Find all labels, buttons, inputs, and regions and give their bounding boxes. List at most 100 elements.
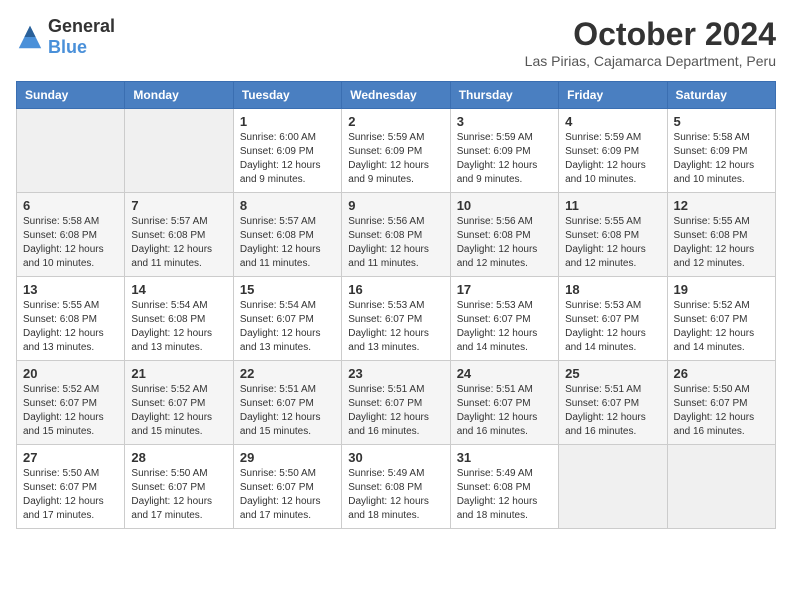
day-number: 9 xyxy=(348,198,443,213)
day-info: Sunrise: 5:52 AM Sunset: 6:07 PM Dayligh… xyxy=(131,383,226,439)
day-number: 11 xyxy=(565,198,660,213)
day-info: Sunrise: 5:55 AM Sunset: 6:08 PM Dayligh… xyxy=(23,299,118,355)
day-number: 21 xyxy=(131,366,226,381)
weekday-header-friday: Friday xyxy=(559,82,667,109)
day-number: 29 xyxy=(240,450,335,465)
day-info: Sunrise: 5:55 AM Sunset: 6:08 PM Dayligh… xyxy=(565,215,660,271)
day-number: 15 xyxy=(240,282,335,297)
calendar-cell: 31 Sunrise: 5:49 AM Sunset: 6:08 PM Dayli… xyxy=(450,445,558,529)
title-block: October 2024 Las Pirias, Cajamarca Depar… xyxy=(525,16,776,69)
calendar-cell: 15 Sunrise: 5:54 AM Sunset: 6:07 PM Dayli… xyxy=(233,277,341,361)
day-number: 17 xyxy=(457,282,552,297)
day-info: Sunrise: 5:58 AM Sunset: 6:09 PM Dayligh… xyxy=(674,131,769,187)
calendar-cell: 28 Sunrise: 5:50 AM Sunset: 6:07 PM Dayli… xyxy=(125,445,233,529)
weekday-header-tuesday: Tuesday xyxy=(233,82,341,109)
calendar-cell: 14 Sunrise: 5:54 AM Sunset: 6:08 PM Dayli… xyxy=(125,277,233,361)
calendar-cell: 3 Sunrise: 5:59 AM Sunset: 6:09 PM Daylig… xyxy=(450,109,558,193)
logo: General Blue xyxy=(16,16,115,58)
weekday-header-monday: Monday xyxy=(125,82,233,109)
calendar-cell xyxy=(125,109,233,193)
day-number: 10 xyxy=(457,198,552,213)
weekday-header-wednesday: Wednesday xyxy=(342,82,450,109)
calendar-week-3: 13 Sunrise: 5:55 AM Sunset: 6:08 PM Dayli… xyxy=(17,277,776,361)
calendar-cell: 5 Sunrise: 5:58 AM Sunset: 6:09 PM Daylig… xyxy=(667,109,775,193)
day-number: 13 xyxy=(23,282,118,297)
day-number: 30 xyxy=(348,450,443,465)
day-number: 25 xyxy=(565,366,660,381)
calendar-cell: 1 Sunrise: 6:00 AM Sunset: 6:09 PM Daylig… xyxy=(233,109,341,193)
day-info: Sunrise: 5:57 AM Sunset: 6:08 PM Dayligh… xyxy=(240,215,335,271)
calendar-cell: 26Sunrise: 5:50 AM Sunset: 6:07 PM Dayli… xyxy=(667,361,775,445)
weekday-header-sunday: Sunday xyxy=(17,82,125,109)
calendar-cell xyxy=(17,109,125,193)
calendar-cell: 20Sunrise: 5:52 AM Sunset: 6:07 PM Dayli… xyxy=(17,361,125,445)
day-info: Sunrise: 5:50 AM Sunset: 6:07 PM Dayligh… xyxy=(240,467,335,523)
day-number: 24 xyxy=(457,366,552,381)
day-info: Sunrise: 5:49 AM Sunset: 6:08 PM Dayligh… xyxy=(457,467,552,523)
day-info: Sunrise: 5:55 AM Sunset: 6:08 PM Dayligh… xyxy=(674,215,769,271)
day-info: Sunrise: 5:52 AM Sunset: 6:07 PM Dayligh… xyxy=(23,383,118,439)
calendar-cell xyxy=(559,445,667,529)
day-info: Sunrise: 5:58 AM Sunset: 6:08 PM Dayligh… xyxy=(23,215,118,271)
calendar-cell: 8 Sunrise: 5:57 AM Sunset: 6:08 PM Daylig… xyxy=(233,193,341,277)
day-info: Sunrise: 5:54 AM Sunset: 6:07 PM Dayligh… xyxy=(240,299,335,355)
calendar-cell: 24 Sunrise: 5:51 AM Sunset: 6:07 PM Dayli… xyxy=(450,361,558,445)
calendar-cell: 10Sunrise: 5:56 AM Sunset: 6:08 PM Dayli… xyxy=(450,193,558,277)
calendar-table: SundayMondayTuesdayWednesdayThursdayFrid… xyxy=(16,81,776,529)
day-number: 5 xyxy=(674,114,769,129)
day-number: 14 xyxy=(131,282,226,297)
day-info: Sunrise: 5:51 AM Sunset: 6:07 PM Dayligh… xyxy=(457,383,552,439)
day-number: 19 xyxy=(674,282,769,297)
calendar-cell: 11 Sunrise: 5:55 AM Sunset: 6:08 PM Dayli… xyxy=(559,193,667,277)
day-info: Sunrise: 5:56 AM Sunset: 6:08 PM Dayligh… xyxy=(348,215,443,271)
day-info: Sunrise: 5:59 AM Sunset: 6:09 PM Dayligh… xyxy=(348,131,443,187)
day-info: Sunrise: 5:51 AM Sunset: 6:07 PM Dayligh… xyxy=(565,383,660,439)
calendar-week-5: 27 Sunrise: 5:50 AM Sunset: 6:07 PM Dayli… xyxy=(17,445,776,529)
calendar-week-2: 6Sunrise: 5:58 AM Sunset: 6:08 PM Daylig… xyxy=(17,193,776,277)
day-info: Sunrise: 5:53 AM Sunset: 6:07 PM Dayligh… xyxy=(565,299,660,355)
calendar-cell: 27 Sunrise: 5:50 AM Sunset: 6:07 PM Dayli… xyxy=(17,445,125,529)
logo-general: General xyxy=(48,16,115,36)
day-number: 26 xyxy=(674,366,769,381)
logo-icon xyxy=(16,23,44,51)
calendar-cell: 30 Sunrise: 5:49 AM Sunset: 6:08 PM Dayli… xyxy=(342,445,450,529)
calendar-cell: 2Sunrise: 5:59 AM Sunset: 6:09 PM Daylig… xyxy=(342,109,450,193)
day-info: Sunrise: 6:00 AM Sunset: 6:09 PM Dayligh… xyxy=(240,131,335,187)
page-subtitle: Las Pirias, Cajamarca Department, Peru xyxy=(525,53,776,69)
day-info: Sunrise: 5:57 AM Sunset: 6:08 PM Dayligh… xyxy=(131,215,226,271)
day-number: 12 xyxy=(674,198,769,213)
calendar-cell: 19 Sunrise: 5:52 AM Sunset: 6:07 PM Dayli… xyxy=(667,277,775,361)
day-info: Sunrise: 5:49 AM Sunset: 6:08 PM Dayligh… xyxy=(348,467,443,523)
calendar-cell: 7 Sunrise: 5:57 AM Sunset: 6:08 PM Daylig… xyxy=(125,193,233,277)
calendar-cell: 25 Sunrise: 5:51 AM Sunset: 6:07 PM Dayli… xyxy=(559,361,667,445)
calendar-header: SundayMondayTuesdayWednesdayThursdayFrid… xyxy=(17,82,776,109)
day-number: 1 xyxy=(240,114,335,129)
day-info: Sunrise: 5:53 AM Sunset: 6:07 PM Dayligh… xyxy=(457,299,552,355)
day-info: Sunrise: 5:50 AM Sunset: 6:07 PM Dayligh… xyxy=(131,467,226,523)
day-number: 27 xyxy=(23,450,118,465)
calendar-cell: 21 Sunrise: 5:52 AM Sunset: 6:07 PM Dayli… xyxy=(125,361,233,445)
day-info: Sunrise: 5:51 AM Sunset: 6:07 PM Dayligh… xyxy=(348,383,443,439)
calendar-cell: 18 Sunrise: 5:53 AM Sunset: 6:07 PM Dayli… xyxy=(559,277,667,361)
day-info: Sunrise: 5:54 AM Sunset: 6:08 PM Dayligh… xyxy=(131,299,226,355)
weekday-header-saturday: Saturday xyxy=(667,82,775,109)
calendar-cell: 12 Sunrise: 5:55 AM Sunset: 6:08 PM Dayli… xyxy=(667,193,775,277)
day-number: 7 xyxy=(131,198,226,213)
calendar-week-4: 20Sunrise: 5:52 AM Sunset: 6:07 PM Dayli… xyxy=(17,361,776,445)
day-number: 28 xyxy=(131,450,226,465)
logo-blue: Blue xyxy=(48,37,87,57)
calendar-cell: 9 Sunrise: 5:56 AM Sunset: 6:08 PM Daylig… xyxy=(342,193,450,277)
day-info: Sunrise: 5:52 AM Sunset: 6:07 PM Dayligh… xyxy=(674,299,769,355)
page-title: October 2024 xyxy=(525,16,776,53)
day-info: Sunrise: 5:53 AM Sunset: 6:07 PM Dayligh… xyxy=(348,299,443,355)
calendar-week-1: 1 Sunrise: 6:00 AM Sunset: 6:09 PM Daylig… xyxy=(17,109,776,193)
calendar-cell: 23Sunrise: 5:51 AM Sunset: 6:07 PM Dayli… xyxy=(342,361,450,445)
day-info: Sunrise: 5:59 AM Sunset: 6:09 PM Dayligh… xyxy=(457,131,552,187)
calendar-cell: 17 Sunrise: 5:53 AM Sunset: 6:07 PM Dayli… xyxy=(450,277,558,361)
calendar-cell: 13 Sunrise: 5:55 AM Sunset: 6:08 PM Dayli… xyxy=(17,277,125,361)
day-number: 18 xyxy=(565,282,660,297)
day-number: 8 xyxy=(240,198,335,213)
day-info: Sunrise: 5:50 AM Sunset: 6:07 PM Dayligh… xyxy=(23,467,118,523)
day-number: 3 xyxy=(457,114,552,129)
day-number: 31 xyxy=(457,450,552,465)
